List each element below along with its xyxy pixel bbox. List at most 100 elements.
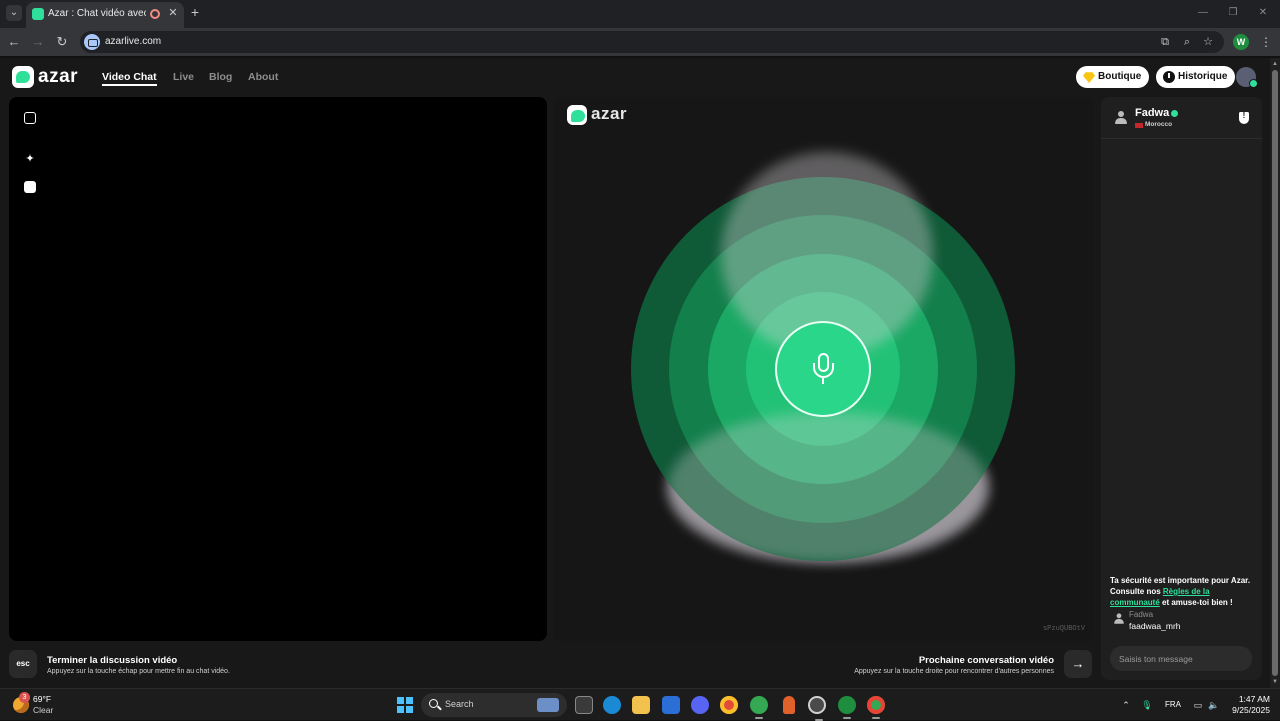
historique-button[interactable]: Historique [1156,66,1236,88]
microphone-icon-arc [813,363,834,378]
next-arrow-button[interactable]: → [1064,650,1092,678]
blurred-figure-body [668,412,988,562]
windows-taskbar: 3 69°F Clear Search ⌃ 🎙 FRA ▭ 🔈 1:47 AM … [0,688,1280,721]
task-view-icon[interactable] [575,696,593,714]
nav-live[interactable]: Live [173,71,194,83]
weather-condition[interactable]: Clear [33,705,53,715]
self-video-panel: ✦ [9,97,547,641]
peer-person-icon [1115,111,1127,125]
boutique-button[interactable]: Boutique [1076,66,1150,88]
search-icon [429,699,438,708]
page-scrollbar[interactable]: ▲ ▼ [1270,58,1280,688]
microphone-button[interactable] [775,321,871,417]
forward-button[interactable]: → [30,34,46,50]
microsoft-store-icon[interactable] [662,696,680,714]
reload-button[interactable]: ↻ [54,34,70,50]
microphone-icon-stem [822,378,824,384]
sender-person-icon [1114,613,1124,624]
tray-overflow-icon[interactable]: ⌃ [1120,699,1132,711]
clock-date[interactable]: 9/25/2025 [1224,705,1270,715]
obs-studio-icon[interactable] [808,696,826,721]
scroll-up-icon[interactable]: ▲ [1272,61,1278,67]
peer-azar-logo-text: azar [591,104,628,123]
discord-icon[interactable] [691,696,709,714]
chrome-w-profile-icon[interactable] [838,696,856,719]
browser-tab-active[interactable]: Azar : Chat vidéo avec de n ✕ [26,2,184,28]
end-chat-description: Appuyez sur la touche échap pour mettre … [47,668,230,675]
esc-key-button[interactable]: esc [9,650,37,678]
tray-microphone-icon[interactable]: 🎙 [1141,699,1153,711]
recording-indicator-icon [150,9,160,19]
scroll-thumb[interactable] [1272,70,1278,676]
chat-message-input[interactable] [1110,646,1252,671]
chat-header: Fadwa Morocco [1101,97,1262,139]
new-tab-button[interactable]: + [188,5,202,19]
azar-favicon-icon [32,8,44,20]
nav-about[interactable]: About [248,71,278,83]
input-language[interactable]: FRA [1165,700,1181,709]
gem-icon [1083,72,1095,83]
weather-badge: 3 [19,692,30,703]
temperature[interactable]: 69°F [33,694,51,704]
message-text: faadwaa_mrh [1129,621,1181,631]
swap-camera-icon[interactable] [24,112,36,124]
search-label: Search [445,699,474,709]
nav-blog[interactable]: Blog [209,71,232,83]
browser-toolbar: ← → ↻ azarlive.com ⧉ ⌕ ☆ W ⋮ [0,28,1280,56]
chat-panel: Fadwa Morocco Ta sécurité est importante… [1101,97,1262,680]
browser-tab-bar: ⌄ Azar : Chat vidéo avec de n ✕ + — ❐ ✕ [0,0,1280,28]
message-sender: Fadwa [1129,610,1154,619]
scroll-down-icon[interactable]: ▼ [1272,679,1278,685]
clock-time[interactable]: 1:47 AM [1230,694,1270,704]
azar-page: azar Video Chat Live Blog About Boutique… [0,58,1270,688]
morocco-flag-icon [1135,123,1143,128]
taskbar-search[interactable]: Search [421,693,567,717]
bookmark-star-icon[interactable]: ☆ [1201,35,1215,49]
back-button[interactable]: ← [6,34,22,50]
microphone-app-icon[interactable] [783,696,795,714]
peer-country: Morocco [1145,121,1173,128]
tab-search-icon[interactable]: ⌄ [6,5,22,21]
site-info-icon[interactable] [84,34,100,50]
face-mask-icon[interactable] [24,181,36,193]
verified-badge-icon [1171,110,1178,117]
safety-notice: Ta sécurité est importante pour Azar. Co… [1110,575,1255,608]
end-chat-title: Terminer la discussion vidéo [47,655,178,666]
file-explorer-icon[interactable] [632,696,650,714]
search-highlight-icon [537,698,559,712]
report-shield-icon[interactable] [1239,111,1249,124]
clock-icon [1163,71,1175,83]
profile-avatar[interactable]: W [1233,34,1249,50]
start-button[interactable] [397,697,413,713]
minimize-button[interactable]: — [1196,6,1210,20]
zoom-icon[interactable]: ⌕ [1180,35,1194,49]
historique-label: Historique [1178,71,1228,82]
edge-browser-icon[interactable] [603,696,621,714]
boutique-label: Boutique [1098,71,1142,82]
peer-name[interactable]: Fadwa [1135,107,1169,119]
peer-azar-logo-icon [567,105,587,125]
peer-video-panel: azar sPzuQUBOtV [553,97,1093,641]
network-icon[interactable]: ▭ [1192,699,1204,711]
azar-logo-text[interactable]: azar [38,66,78,88]
chrome-s-profile-icon[interactable] [867,696,885,719]
tab-title: Azar : Chat vidéo avec de n [48,8,146,19]
chrome-profile-icon[interactable] [750,696,768,719]
address-bar[interactable]: azarlive.com ⧉ ⌕ ☆ [80,31,1224,53]
effects-sparkle-icon[interactable]: ✦ [24,153,36,165]
nav-video-chat[interactable]: Video Chat [102,71,157,86]
safety-text-end: et amuse-toi bien ! [1159,598,1233,607]
next-chat-description: Appuyez sur la touche droite pour rencon… [854,668,1054,675]
chrome-icon[interactable] [720,696,738,714]
url-text: azarlive.com [105,36,162,47]
browser-menu-icon[interactable]: ⋮ [1260,34,1272,50]
online-status-icon [1249,79,1258,88]
next-chat-title: Prochaine conversation vidéo [918,655,1054,666]
azar-logo-icon[interactable] [12,66,34,88]
tab-close-icon[interactable]: ✕ [166,6,180,20]
volume-icon[interactable]: 🔈 [1208,699,1220,711]
cast-icon[interactable]: ⧉ [1158,35,1172,49]
session-watermark: sPzuQUBOtV [1042,625,1085,633]
window-close-button[interactable]: ✕ [1256,6,1270,20]
restore-button[interactable]: ❐ [1226,6,1240,20]
